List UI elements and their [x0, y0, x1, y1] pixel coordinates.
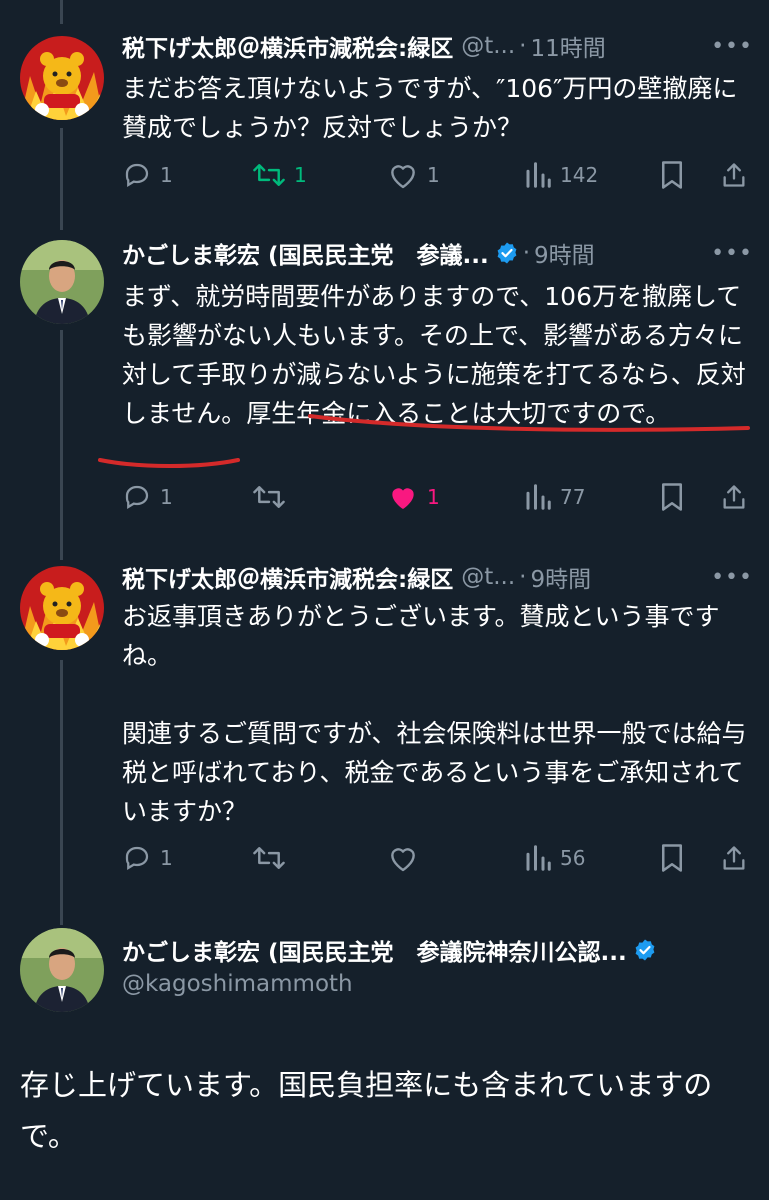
- retweet-icon: [253, 486, 285, 508]
- user-handle[interactable]: @kagoshimammoth: [122, 971, 353, 997]
- reply-button[interactable]: 1: [122, 155, 173, 195]
- profile-photo-avatar-icon: [20, 928, 104, 1012]
- verified-badge-icon: [633, 938, 657, 962]
- share-button[interactable]: [720, 477, 748, 517]
- share-icon: [723, 846, 745, 870]
- heart-icon: [392, 488, 414, 509]
- views-button[interactable]: 142: [524, 155, 598, 195]
- views-button[interactable]: 56: [524, 838, 585, 878]
- separator-dot: ·: [522, 240, 531, 266]
- views-button[interactable]: 77: [524, 477, 585, 517]
- cartoon-bear-avatar-icon: [20, 36, 104, 120]
- display-name[interactable]: 税下げ太郎＠横浜市減税会:緑区: [122, 560, 453, 594]
- tweet-text: まず、就労時間要件がありますので、106万を撤廃しても影響がない人もいます。その…: [122, 282, 746, 428]
- avatar[interactable]: [20, 240, 104, 324]
- retweet-button[interactable]: [252, 838, 294, 878]
- more-icon[interactable]: •••: [701, 241, 753, 266]
- retweet-button[interactable]: [252, 477, 294, 517]
- views-icon: [526, 162, 551, 188]
- timestamp[interactable]: 9時間: [534, 236, 595, 270]
- tweet-actions: 1 56: [122, 838, 752, 878]
- like-button[interactable]: [387, 838, 427, 878]
- share-button[interactable]: [720, 155, 748, 195]
- tweet[interactable]: 税下げ太郎＠横浜市減税会:緑区 @t... · 11時間 ••• まだお答え頂け…: [0, 0, 769, 220]
- display-name[interactable]: 税下げ太郎＠横浜市減税会:緑区: [122, 29, 453, 63]
- bookmark-button[interactable]: [659, 838, 685, 878]
- avatar[interactable]: [20, 928, 104, 1012]
- reply-icon: [125, 485, 149, 510]
- separator-dot: ·: [519, 564, 527, 590]
- reply-count: 1: [160, 485, 173, 509]
- user-handle[interactable]: @t...: [461, 33, 515, 59]
- reply-icon: [125, 163, 149, 188]
- avatar[interactable]: [20, 566, 104, 650]
- tweet-header: かごしま彰宏 (国民民主党 参議... · 9時間 •••: [122, 236, 753, 270]
- reply-icon: [125, 846, 149, 871]
- views-icon: [526, 845, 551, 871]
- reply-button[interactable]: 1: [122, 477, 173, 517]
- tweet-actions: 1 1 1 142: [122, 155, 752, 195]
- heart-icon: [391, 165, 415, 189]
- retweet-button[interactable]: 1: [252, 155, 307, 195]
- more-icon[interactable]: •••: [701, 34, 753, 59]
- tweet-actions: 1 1 77: [122, 477, 752, 517]
- avatar[interactable]: [20, 36, 104, 120]
- bookmark-icon: [662, 483, 682, 511]
- display-name[interactable]: かごしま彰宏 (国民民主党 参議...: [122, 236, 489, 270]
- bookmark-icon: [662, 844, 682, 872]
- like-count: 1: [427, 163, 440, 187]
- tweet[interactable]: 税下げ太郎＠横浜市減税会:緑区 @t... · 9時間 ••• お返事頂きありが…: [0, 550, 769, 920]
- view-count: 142: [560, 163, 599, 187]
- tweet[interactable]: かごしま彰宏 (国民民主党 参議... · 9時間 ••• まず、就労時間要件が…: [0, 220, 769, 550]
- user-handle[interactable]: @t...: [461, 564, 515, 590]
- share-icon: [723, 485, 745, 509]
- reply-count: 1: [160, 846, 173, 870]
- retweet-icon: [253, 847, 285, 869]
- like-button[interactable]: 1: [387, 477, 440, 517]
- verified-badge-icon: [495, 241, 519, 265]
- separator-dot: ·: [519, 33, 527, 59]
- display-name[interactable]: かごしま彰宏 (国民民主党 参議院神奈川公認...: [122, 933, 627, 967]
- reply-count: 1: [160, 163, 173, 187]
- more-icon[interactable]: •••: [701, 565, 753, 590]
- tweet-text: 存じ上げています。国民負担率にも含まれていますので。: [20, 1068, 713, 1153]
- tweet-header: 税下げ太郎＠横浜市減税会:緑区 @t... · 11時間 •••: [122, 29, 753, 63]
- bookmark-button[interactable]: [659, 155, 685, 195]
- timestamp[interactable]: 11時間: [530, 29, 605, 63]
- retweet-count: 1: [294, 163, 307, 187]
- like-button[interactable]: 1: [387, 155, 440, 195]
- share-icon: [723, 163, 745, 187]
- heart-icon: [391, 848, 415, 872]
- tweet-text: お返事頂きありがとうございます。賛成という事ですね。 関連するご質問ですが、社会…: [122, 602, 747, 826]
- bookmark-button[interactable]: [659, 477, 685, 517]
- tweet-text: まだお答え頂けないようですが、″106″万円の壁撤廃に賛成でしょうか？反対でしょ…: [122, 74, 738, 142]
- tweet-header: かごしま彰宏 (国民民主党 参議院神奈川公認...: [122, 932, 749, 968]
- bookmark-icon: [662, 161, 682, 189]
- views-icon: [526, 484, 551, 510]
- cartoon-bear-avatar-icon: [20, 566, 104, 650]
- share-button[interactable]: [720, 838, 748, 878]
- retweet-icon: [253, 164, 285, 186]
- profile-photo-avatar-icon: [20, 240, 104, 324]
- tweet-header: 税下げ太郎＠横浜市減税会:緑区 @t... · 9時間 •••: [122, 560, 753, 594]
- view-count: 56: [560, 846, 586, 870]
- timestamp[interactable]: 9時間: [530, 560, 591, 594]
- reply-button[interactable]: 1: [122, 838, 173, 878]
- view-count: 77: [560, 485, 586, 509]
- like-count: 1: [427, 485, 440, 509]
